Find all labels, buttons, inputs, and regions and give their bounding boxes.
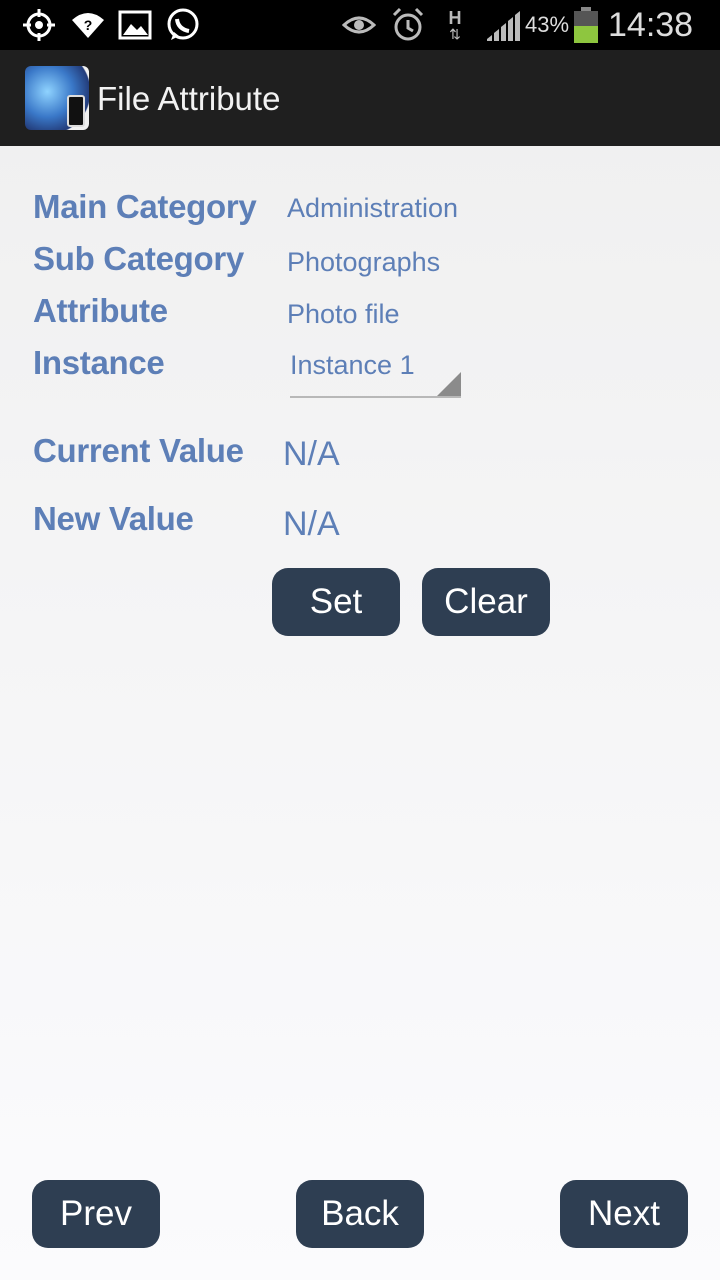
new-value-field[interactable]: N/A	[283, 505, 340, 544]
alarm-icon	[391, 0, 425, 50]
instance-dropdown[interactable]: Instance 1	[290, 346, 461, 398]
page-title: File Attribute	[97, 80, 281, 117]
main-category-value: Administration	[287, 193, 459, 223]
app-icon[interactable]	[25, 66, 89, 130]
battery-percent: 43%	[525, 12, 570, 37]
sub-category-value: Photographs	[287, 247, 441, 277]
sub-category-label: Sub Category	[33, 240, 244, 277]
svg-text:?: ?	[84, 17, 93, 33]
next-button[interactable]: Next	[560, 1180, 688, 1248]
status-bar: ? H ⇅ 43% 14:38	[0, 0, 720, 50]
signal-icon	[486, 0, 522, 50]
instance-label: Instance	[33, 344, 165, 381]
back-button[interactable]: Back	[296, 1180, 424, 1248]
clock: 14:38	[608, 5, 694, 44]
wifi-icon: ?	[70, 0, 106, 50]
attribute-value: Photo file	[287, 299, 400, 329]
clear-button[interactable]: Clear	[422, 568, 550, 636]
eye-icon	[342, 0, 376, 50]
prev-button[interactable]: Prev	[32, 1180, 160, 1248]
dropdown-arrow-icon	[437, 372, 461, 396]
image-icon	[118, 0, 152, 50]
network-type-indicator: H ⇅	[448, 8, 462, 42]
current-value: N/A	[283, 435, 340, 473]
current-value-label: Current Value	[33, 432, 244, 469]
new-value-label: New Value	[33, 500, 194, 537]
battery-icon	[573, 0, 599, 50]
main-category-label: Main Category	[33, 188, 257, 225]
attribute-label: Attribute	[33, 292, 168, 329]
gps-icon	[22, 0, 56, 50]
whatsapp-icon	[165, 0, 201, 50]
set-button[interactable]: Set	[272, 568, 400, 636]
instance-selected-value: Instance 1	[290, 350, 415, 380]
